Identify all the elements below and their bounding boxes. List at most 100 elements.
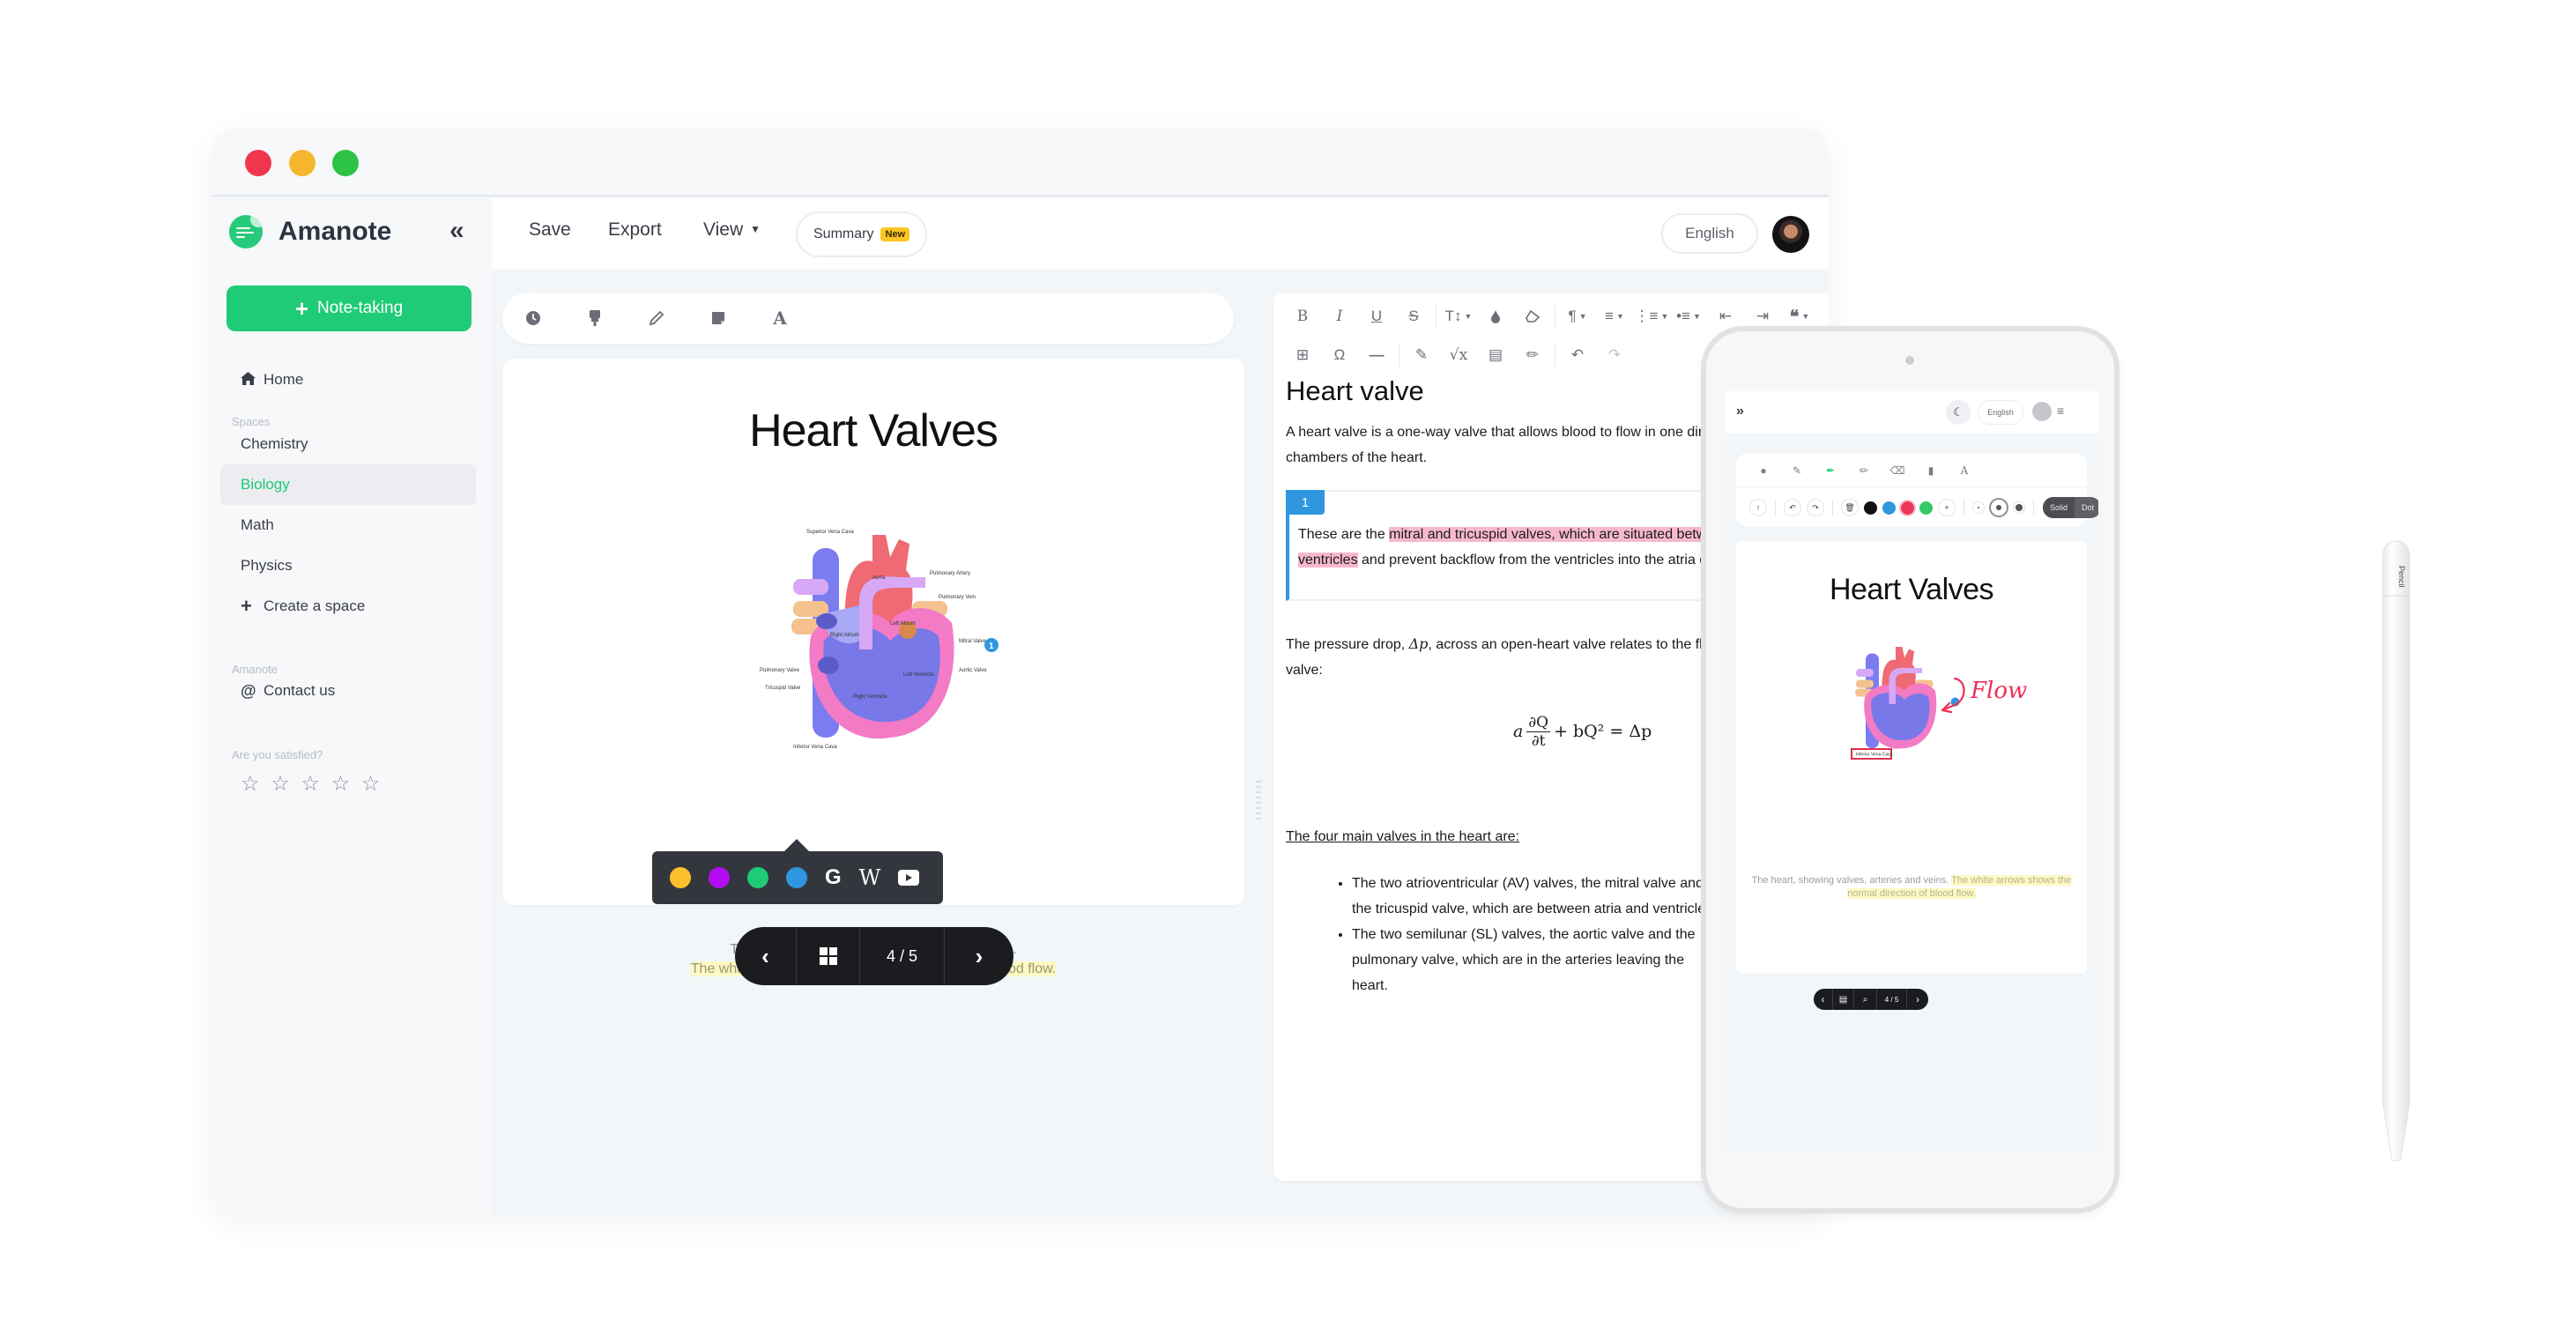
italic-icon[interactable]: I xyxy=(1321,303,1358,330)
pen-icon[interactable]: ✒ xyxy=(1814,464,1847,477)
text-color-icon[interactable] xyxy=(1477,303,1514,330)
pen-color-green[interactable] xyxy=(1919,501,1933,515)
insert-table-icon[interactable]: ⊞ xyxy=(1284,342,1321,368)
expand-sidebar-icon[interactable]: » xyxy=(1736,404,1744,419)
tablet-slide-canvas[interactable]: Heart Valves Inferior Vena Cava Flow The… xyxy=(1736,541,2087,973)
tablet-avatar[interactable] xyxy=(2032,402,2052,421)
view-dropdown[interactable]: View ▼ xyxy=(703,219,761,241)
clock-icon[interactable] xyxy=(520,305,546,331)
stroke-size-medium[interactable] xyxy=(1991,500,2007,516)
previous-page-button[interactable]: ‹ xyxy=(1814,989,1833,1010)
line-style-dot[interactable]: Dot xyxy=(2075,497,2098,518)
text-icon[interactable]: A xyxy=(767,305,793,331)
pencil-icon[interactable]: ✏ xyxy=(1847,464,1881,477)
redo-icon[interactable]: ↷ xyxy=(1808,500,1823,516)
sidebar-item-physics[interactable]: Physics xyxy=(220,545,476,586)
pen-color-black[interactable] xyxy=(1864,501,1877,515)
arrow-up-icon[interactable]: ↑ xyxy=(1750,500,1766,516)
star-icon[interactable]: ☆ xyxy=(361,772,383,796)
underline-icon[interactable]: U xyxy=(1358,303,1395,330)
ordered-list-icon[interactable]: ⋮≡ ▼ xyxy=(1633,303,1670,330)
star-icon[interactable]: ☆ xyxy=(241,772,263,796)
highlighter-icon[interactable]: ✎ xyxy=(1780,464,1814,477)
pencil-icon[interactable] xyxy=(643,305,670,331)
sidebar-item-label: Home xyxy=(264,371,304,388)
pen-color-blue[interactable] xyxy=(1882,501,1896,515)
new-note-taking-button[interactable]: + Note-taking xyxy=(226,286,471,331)
line-style-solid[interactable]: Solid xyxy=(2043,497,2075,518)
align-icon[interactable]: ≡ ▼ xyxy=(1596,303,1633,330)
create-space-button[interactable]: + Create a space xyxy=(220,586,476,627)
special-character-icon[interactable]: Ω xyxy=(1321,342,1358,368)
document-icon[interactable]: ▤ xyxy=(1833,989,1854,1010)
slide-canvas[interactable]: Heart Valves Superior Vena Cava Aorta Pu… xyxy=(502,359,1244,976)
sidebar-item-math[interactable]: Math xyxy=(220,505,476,545)
tablet-screen: » ☾ English ≡ ● ✎ ✒ ✏ ⌫ ▮ A ↑ ↶ ↷ 🗑 + So… xyxy=(1726,391,2098,1152)
star-icon[interactable]: ☆ xyxy=(331,772,353,796)
dark-mode-toggle-icon[interactable]: ☾ xyxy=(1946,400,1971,425)
sticky-note-icon[interactable] xyxy=(705,305,731,331)
highlight-color-blue[interactable] xyxy=(786,867,807,888)
stroke-size-small[interactable] xyxy=(1973,502,1984,513)
stylus-pencil[interactable]: Pencil xyxy=(2379,539,2413,1167)
star-icon[interactable]: ☆ xyxy=(301,772,323,796)
hamburger-menu-icon[interactable]: ≡ xyxy=(2057,404,2064,418)
annotation-number-badge: 1 xyxy=(1286,490,1325,515)
collapse-sidebar-icon[interactable]: « xyxy=(449,214,464,248)
paragraph-format-icon[interactable]: ¶ ▼ xyxy=(1559,303,1596,330)
sidebar-item-contact-us[interactable]: @ Contact us xyxy=(220,671,476,711)
search-icon[interactable]: ⌕ xyxy=(1854,989,1877,1010)
handwritten-annotation[interactable]: Flow xyxy=(1939,673,2053,726)
next-page-button[interactable]: › xyxy=(945,927,1013,985)
stroke-size-large[interactable] xyxy=(2014,502,2024,513)
redo-icon[interactable]: ↷ xyxy=(1596,342,1633,368)
user-avatar[interactable] xyxy=(1772,216,1809,253)
highlight-color-purple[interactable] xyxy=(709,867,730,888)
clear-format-icon[interactable] xyxy=(1514,303,1551,330)
math-formula-icon[interactable]: √x xyxy=(1440,342,1477,368)
sidebar-item-chemistry[interactable]: Chemistry xyxy=(220,424,476,464)
google-search-icon[interactable]: G xyxy=(825,865,842,890)
sticky-note-icon[interactable]: ▮ xyxy=(1914,464,1948,477)
highlight-color-green[interactable] xyxy=(747,867,768,888)
youtube-icon[interactable] xyxy=(898,870,920,886)
diagram-label: Right Atrium xyxy=(830,633,859,638)
eraser-icon[interactable]: ⌫ xyxy=(1881,464,1914,477)
highlighter-icon[interactable]: ✎ xyxy=(1403,342,1440,368)
maximize-window-button[interactable] xyxy=(332,150,359,176)
save-button[interactable]: Save xyxy=(529,219,571,241)
next-page-button[interactable]: › xyxy=(1907,989,1928,1010)
export-button[interactable]: Export xyxy=(608,219,662,241)
previous-page-button[interactable]: ‹ xyxy=(735,927,797,985)
sticky-note-icon[interactable]: ▤ xyxy=(1477,342,1514,368)
clock-icon[interactable]: ● xyxy=(1747,464,1780,477)
sidebar-item-home[interactable]: Home xyxy=(220,360,476,400)
add-color-icon[interactable]: + xyxy=(1939,500,1955,516)
trash-icon[interactable]: 🗑 xyxy=(1842,500,1858,516)
font-size-icon[interactable]: T↕ ▼ xyxy=(1440,303,1477,330)
highlighter-icon[interactable] xyxy=(582,305,608,331)
heart-diagram[interactable]: Superior Vena Cava Aorta Pulmonary Arter… xyxy=(758,517,1022,764)
horizontal-line-icon[interactable]: — xyxy=(1358,342,1395,368)
star-rating[interactable]: ☆ ☆ ☆ ☆ ☆ xyxy=(241,771,382,797)
undo-icon[interactable]: ↶ xyxy=(1559,342,1596,368)
text-icon[interactable]: A xyxy=(1948,464,1981,477)
undo-icon[interactable]: ↶ xyxy=(1785,500,1800,516)
bold-icon[interactable]: B xyxy=(1284,303,1321,330)
title-bar xyxy=(212,129,1829,197)
pencil-icon[interactable]: ✏ xyxy=(1514,342,1551,368)
pane-resize-handle[interactable] xyxy=(1256,781,1261,821)
strikethrough-icon[interactable]: S xyxy=(1395,303,1432,330)
language-selector[interactable]: English xyxy=(1661,213,1758,254)
sidebar-item-biology[interactable]: Biology xyxy=(220,464,476,505)
tablet-language-selector[interactable]: English xyxy=(1978,400,2023,425)
star-icon[interactable]: ☆ xyxy=(271,772,293,796)
grid-view-button[interactable] xyxy=(797,927,860,985)
summary-button[interactable]: Summary New xyxy=(796,211,928,310)
highlight-color-yellow[interactable] xyxy=(670,867,691,888)
wikipedia-icon[interactable]: W xyxy=(859,865,881,890)
pen-color-red[interactable] xyxy=(1901,501,1914,515)
close-window-button[interactable] xyxy=(245,150,271,176)
unordered-list-icon[interactable]: •≡ ▼ xyxy=(1670,303,1707,330)
minimize-window-button[interactable] xyxy=(289,150,316,176)
